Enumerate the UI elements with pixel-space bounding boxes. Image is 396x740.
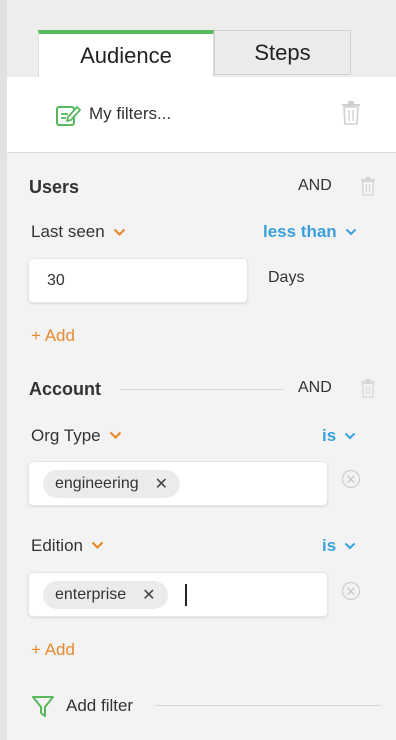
unit-label: Days [268, 269, 305, 286]
field-label: Edition [31, 536, 83, 555]
trash-icon[interactable] [341, 101, 361, 125]
users-add-link[interactable]: + Add [31, 326, 75, 346]
funnel-icon[interactable] [31, 694, 55, 718]
chevron-down-icon [109, 427, 122, 445]
tab-steps-label: Steps [254, 39, 311, 65]
chip-label: enterprise [55, 586, 127, 603]
edition-values-input[interactable]: enterprise ✕ [28, 572, 328, 617]
section-divider [120, 389, 284, 390]
circle-x-icon[interactable]: ✕ [342, 470, 360, 488]
edit-filter-icon[interactable] [55, 102, 82, 128]
tab-audience[interactable]: Audience [38, 30, 214, 77]
operator-select[interactable]: is [322, 426, 356, 446]
close-icon[interactable]: ✕ [142, 585, 155, 605]
footer-divider [155, 705, 381, 706]
operator-label: is [322, 536, 337, 555]
chevron-down-icon [345, 223, 357, 241]
chip-label: engineering [55, 475, 139, 492]
tab-audience-label: Audience [80, 42, 172, 68]
field-label: Org Type [31, 426, 101, 445]
users-logic-toggle[interactable]: AND [298, 177, 332, 195]
org-type-values-input[interactable]: engineering ✕ [28, 461, 328, 506]
last-seen-value-input[interactable]: 30 [28, 258, 248, 303]
account-logic-toggle[interactable]: AND [298, 379, 332, 397]
tab-steps[interactable]: Steps [214, 30, 351, 75]
text-caret [185, 584, 187, 606]
value-chip: enterprise ✕ [43, 581, 168, 609]
chevron-down-icon [91, 537, 104, 555]
left-edge [0, 0, 7, 77]
operator-label: is [322, 426, 337, 445]
operator-select[interactable]: less than [263, 222, 357, 242]
account-section-title: Account [29, 379, 101, 399]
panel-left-border [0, 77, 7, 740]
chevron-down-icon [113, 224, 126, 240]
input-value: 30 [47, 272, 65, 289]
close-icon[interactable]: ✕ [155, 474, 168, 494]
trash-icon[interactable] [360, 379, 376, 398]
edition-field-select[interactable]: Edition [31, 536, 104, 556]
trash-icon[interactable] [360, 177, 376, 196]
my-filters-button[interactable]: My filters... [89, 104, 171, 124]
circle-x-icon[interactable]: ✕ [342, 582, 360, 600]
account-add-link[interactable]: + Add [31, 640, 75, 660]
chevron-down-icon [344, 537, 356, 555]
users-section-title: Users [29, 177, 80, 197]
operator-label: less than [263, 222, 337, 241]
value-chip: engineering ✕ [43, 470, 181, 498]
chevron-down-icon [344, 427, 356, 445]
org-type-field-select[interactable]: Org Type [31, 426, 122, 446]
operator-select[interactable]: is [322, 536, 356, 556]
last-seen-field-select[interactable]: Last seen [31, 222, 126, 242]
field-label: Last seen [31, 222, 105, 241]
add-filter-button[interactable]: Add filter [66, 696, 133, 716]
